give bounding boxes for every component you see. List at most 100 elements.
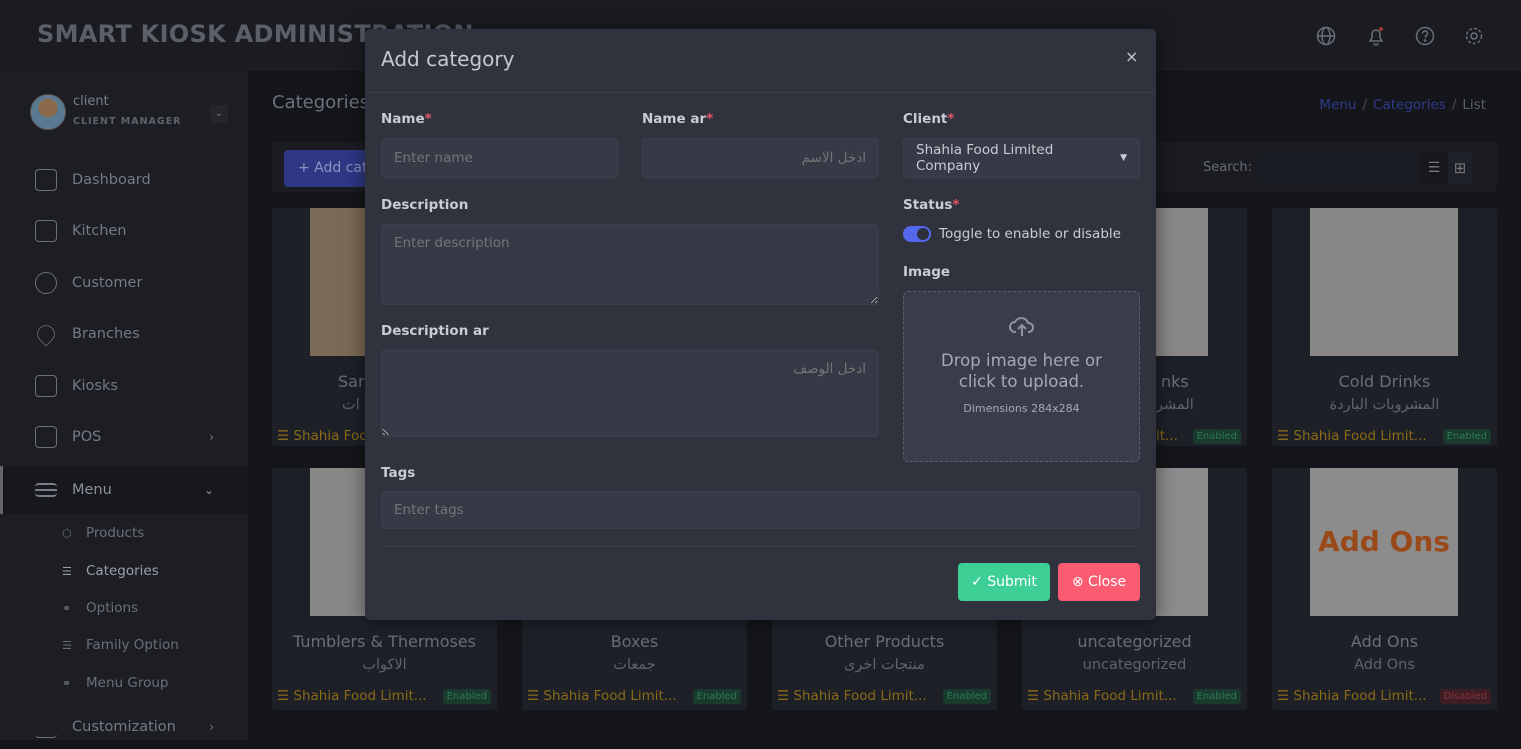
category-arabic: الاكواب (362, 657, 407, 673)
image-dropzone[interactable]: Drop image here or click to upload. Dime… (903, 291, 1140, 462)
status-toggle-label: Toggle to enable or disable (939, 226, 1121, 242)
list-view-icon[interactable]: ☰ (1420, 153, 1448, 183)
sub-label: Options (86, 600, 139, 616)
status-label: Status* (903, 197, 960, 213)
sidebar-item-branches[interactable]: Branches (0, 312, 248, 356)
chevron-right-icon: › (209, 720, 214, 734)
close-icon[interactable]: × (1125, 47, 1138, 66)
list-icon: ☰ (62, 564, 72, 578)
sidebar-item-label: Kitchen (72, 223, 127, 239)
breadcrumb: Menu / Categories / List (1319, 97, 1486, 113)
tags-label: Tags (381, 465, 416, 481)
breadcrumb-menu[interactable]: Menu (1319, 97, 1356, 113)
sidebar-sub-options[interactable]: ⚭ Options (62, 600, 138, 616)
search-label: Search: (1203, 160, 1253, 175)
category-card[interactable]: Cold Drinks المشروبات الباردة ☰ Shahia Foo… (1272, 208, 1497, 446)
sub-label: Menu Group (86, 675, 169, 691)
client-label: Client* (903, 111, 955, 127)
sidebar-item-customer[interactable]: Customer (0, 261, 248, 305)
sidebar-item-label: Branches (72, 326, 140, 342)
sidebar-item-label: Kiosks (72, 378, 118, 394)
monitor-icon (35, 375, 57, 397)
description-ar-textarea[interactable] (381, 350, 879, 437)
tags-input[interactable] (381, 491, 1140, 529)
sidebar-item-pos[interactable]: POS › (0, 415, 248, 459)
category-arabic: uncategorized (1082, 657, 1187, 673)
user-menu-chevron-icon[interactable]: ⌄ (210, 105, 228, 123)
submit-button[interactable]: ✓ Submit (958, 563, 1050, 601)
sidebar-item-customization[interactable]: Customization › (0, 705, 248, 749)
category-client: ☰ Shahia Food Limit... (777, 688, 927, 704)
category-image (1310, 208, 1458, 356)
home-icon (35, 169, 57, 191)
link-icon: ⚭ (62, 601, 72, 615)
cloud-upload-icon (1008, 317, 1034, 336)
sidebar-sub-products[interactable]: ⬡ Products (62, 525, 144, 541)
sidebar-item-dashboard[interactable]: Dashboard (0, 158, 248, 202)
monitor-icon (35, 426, 57, 448)
category-title: Add Ons (1350, 632, 1419, 651)
sidebar-sub-family-option[interactable]: ☰ Family Option (62, 637, 179, 653)
category-arabic: منتجات اخرى (844, 657, 925, 673)
avatar (30, 94, 66, 130)
grid-view-icon[interactable]: ⊞ (1448, 153, 1472, 183)
list-icon: ☰ (62, 638, 72, 652)
help-icon[interactable] (1415, 26, 1435, 46)
status-badge: Enabled (442, 689, 491, 704)
add-category-modal: Add category × Name* Name ar* Client* Sh… (365, 29, 1156, 620)
client-select[interactable]: Shahia Food Limited Company ▼ (903, 138, 1140, 178)
sub-label: Products (86, 525, 145, 541)
category-client: ☰ Shahia Food Limit... (277, 688, 427, 704)
divider (381, 546, 1140, 547)
modal-title: Add category (381, 47, 515, 71)
sidebar-item-label: Dashboard (72, 172, 151, 188)
status-badge: Enabled (1442, 429, 1491, 444)
category-title: uncategorized (1077, 632, 1192, 651)
pen-icon (35, 716, 57, 738)
description-ar-label: Description ar (381, 323, 489, 339)
category-client: ☰ Shahia Food (277, 428, 377, 444)
category-client: ☰ Shahia Food Limit... (1277, 688, 1427, 704)
sub-label: Family Option (86, 637, 179, 653)
status-badge: Enabled (1192, 429, 1241, 444)
category-image: Add Ons (1310, 468, 1458, 616)
map-pin-icon (33, 321, 59, 347)
sidebar-item-kitchen[interactable]: Kitchen (0, 209, 248, 253)
sidebar-sub-menu-group[interactable]: ⚭ Menu Group (62, 675, 168, 691)
category-title: Tumblers & Thermoses (292, 632, 477, 651)
category-title: Other Products (824, 632, 945, 651)
sidebar-item-label: Customer (72, 275, 143, 291)
category-title: Boxes (610, 632, 659, 651)
category-client: ☰ Shahia Food Limit... (1277, 428, 1427, 444)
category-card[interactable]: Add Ons Add Ons Add Ons ☰ Shahia Food Limit… (1272, 468, 1497, 710)
category-arabic: المشروبات الباردة (1329, 397, 1440, 413)
status-badge: Disabled (1439, 689, 1491, 704)
sidebar-item-label: POS (72, 429, 102, 445)
search-input[interactable] (1258, 154, 1416, 182)
gear-icon[interactable] (1464, 26, 1484, 46)
breadcrumb-list: List (1462, 97, 1486, 113)
sidebar-sub-categories[interactable]: ☰ Categories (62, 563, 159, 579)
close-button[interactable]: ⊗ Close (1058, 563, 1140, 601)
chevron-down-icon: ⌄ (203, 483, 214, 497)
bell-icon[interactable] (1366, 26, 1386, 46)
name-input[interactable] (381, 138, 618, 178)
clipboard-icon (35, 220, 57, 242)
sidebar-item-kiosks[interactable]: Kiosks (0, 364, 248, 408)
status-toggle[interactable] (903, 226, 931, 242)
sidebar-item-menu[interactable]: Menu ⌄ (0, 466, 248, 514)
breadcrumb-categories[interactable]: Categories (1373, 97, 1446, 113)
menu-icon (35, 483, 57, 497)
globe-icon[interactable] (1316, 26, 1336, 46)
link-icon: ⚭ (62, 676, 72, 690)
submit-label: Submit (987, 574, 1037, 590)
category-client: ☰ Shahia Food Limit... (1027, 688, 1177, 704)
status-badge: Enabled (1192, 689, 1241, 704)
x-circle-icon: ⊗ (1071, 574, 1084, 590)
dropzone-dimensions: Dimensions 284x284 (963, 402, 1080, 415)
image-label: Image (903, 264, 951, 280)
description-label: Description (381, 197, 469, 213)
close-label: Close (1088, 574, 1127, 590)
name-ar-input[interactable] (642, 138, 879, 178)
description-textarea[interactable] (381, 224, 879, 305)
